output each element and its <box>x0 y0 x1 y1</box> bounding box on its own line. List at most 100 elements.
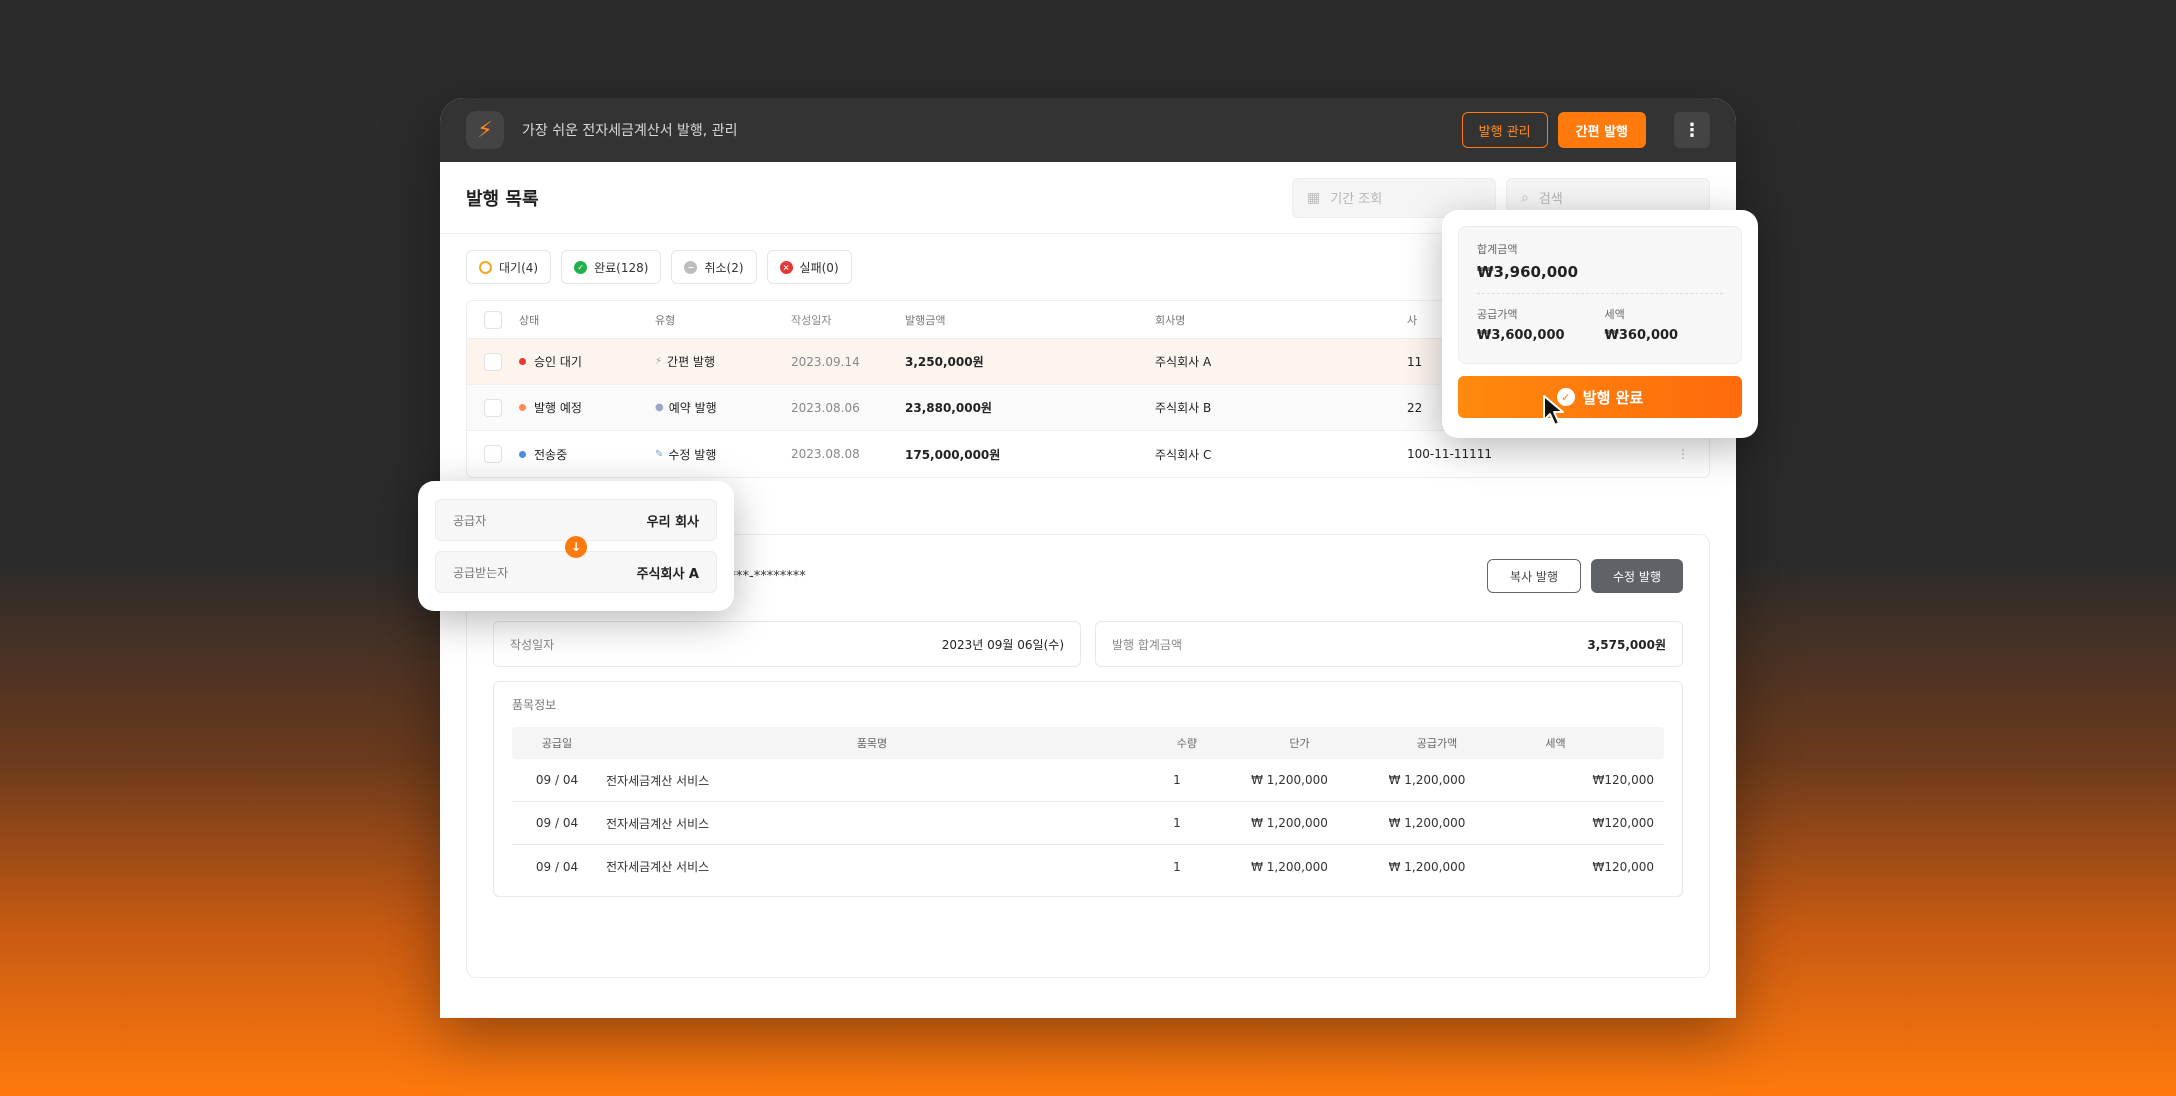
supplier-row: 공급자 우리 회사 <box>435 499 717 541</box>
amount-text: 175,000,000원 <box>905 447 1001 462</box>
status-dot <box>519 358 526 365</box>
item-name: 전자세금계산 서비스 <box>606 773 710 788</box>
page-title: 발행 목록 <box>466 188 539 210</box>
date-text: 2023.08.08 <box>791 447 860 461</box>
row-checkbox[interactable] <box>484 445 502 463</box>
pencil-icon: ✎ <box>655 448 664 460</box>
status-dot <box>519 404 526 411</box>
sum-supply-value: ₩3,600,000 <box>1477 328 1565 343</box>
item-row: 09 / 04 전자세금계산 서비스 1 ₩ 1,200,000 ₩ 1,200… <box>512 802 1664 845</box>
item-tax: ₩120,000 <box>1592 859 1655 874</box>
total-amount-box: 발행 합계금액 3,575,000원 <box>1095 621 1683 667</box>
receiver-label: 공급받는자 <box>453 565 509 580</box>
filter-fail[interactable]: × 실패(0) <box>766 250 852 284</box>
item-date: 09 / 04 <box>535 773 579 787</box>
filter-wait[interactable]: 대기(4) <box>466 250 552 284</box>
mouse-cursor-icon <box>1543 395 1564 426</box>
filter-cancel[interactable]: − 취소(2) <box>671 250 757 284</box>
col-supply-date: 공급일 <box>541 737 573 750</box>
col-unit-price: 단가 <box>1289 737 1310 750</box>
modify-issue-button[interactable]: 수정 발행 <box>1591 559 1683 593</box>
total-amount-label: 발행 합계금액 <box>1112 637 1183 652</box>
total-amount-value: 3,575,000원 <box>1587 637 1666 652</box>
quick-issue-button[interactable]: 간편 발행 <box>1557 112 1646 148</box>
col-qty: 수량 <box>1176 737 1198 750</box>
write-date-box: 작성일자 2023년 09월 06일(수) <box>493 621 1081 667</box>
company-text: 주식회사 A <box>1155 355 1212 369</box>
filter-label: 완료(128) <box>594 260 649 275</box>
item-qty: 1 <box>1173 859 1181 874</box>
arrow-down-icon: ↓ <box>565 536 587 558</box>
masked-number: ****-******** <box>723 568 806 584</box>
top-bar: ⚡ 가장 쉬운 전자세금계산서 발행, 관리 발행 관리 간편 발행 ⋮ <box>440 98 1736 162</box>
item-name: 전자세금계산 서비스 <box>606 816 710 831</box>
item-name: 전자세금계산 서비스 <box>606 860 710 874</box>
col-tax: 세액 <box>1545 737 1566 750</box>
status-text: 발행 예정 <box>534 401 582 415</box>
parties-popup: 공급자 우리 회사 공급받는자 주식회사 A ↓ <box>418 481 734 611</box>
manage-issue-button[interactable]: 발행 관리 <box>1461 112 1548 148</box>
col-date: 작성일자 <box>791 313 832 327</box>
lightning-icon: ⚡ <box>655 356 663 367</box>
company-text: 주식회사 C <box>1155 447 1212 462</box>
sum-tax-label: 세액 <box>1604 308 1625 321</box>
logo-icon: ⚡ <box>466 111 504 149</box>
row-checkbox[interactable] <box>484 352 502 371</box>
row-more-icon[interactable]: ⋮ <box>1657 447 1709 461</box>
search-icon: ⌕ <box>1521 189 1529 206</box>
items-box: 품목정보 공급일 품목명 수량 단가 공급가액 세액 09 / 04 전자세금계… <box>493 681 1683 897</box>
date-filter-placeholder: 기간 조회 <box>1330 192 1383 207</box>
item-date: 09 / 04 <box>535 816 579 830</box>
item-supply: ₩ 1,200,000 <box>1388 816 1466 830</box>
write-date-label: 작성일자 <box>510 637 555 652</box>
sum-total-value: ₩3,960,000 <box>1477 263 1579 281</box>
status-dot <box>519 450 526 458</box>
filter-done[interactable]: ✓ 완료(128) <box>561 250 662 284</box>
filter-label: 취소(2) <box>704 260 744 275</box>
col-type: 유형 <box>655 313 676 327</box>
item-row: 09 / 04 전자세금계산 서비스 1 ₩ 1,200,000 ₩ 1,200… <box>512 759 1664 802</box>
minus-icon: − <box>684 260 698 274</box>
item-qty: 1 <box>1173 816 1181 830</box>
sum-total-label: 합계금액 <box>1477 243 1518 256</box>
summary-popup: 합계금액 ₩3,960,000 공급가액 ₩3,600,000 세액 ₩360,… <box>1442 210 1758 438</box>
complete-label: 발행 완료 <box>1582 388 1644 407</box>
search-placeholder: 검색 <box>1538 192 1563 207</box>
item-unit: ₩ 1,200,000 <box>1251 816 1328 830</box>
check-icon: ✓ <box>574 260 588 274</box>
supplier-label: 공급자 <box>453 513 487 528</box>
receiver-value: 주식회사 A <box>636 566 699 582</box>
type-text: 간편 발행 <box>667 355 716 369</box>
bizno-text: 100-11-11111 <box>1407 447 1493 461</box>
sum-tax-value: ₩360,000 <box>1604 328 1679 343</box>
item-tax: ₩120,000 <box>1592 773 1655 787</box>
item-tax: ₩120,000 <box>1592 816 1655 830</box>
more-icon[interactable]: ⋮ <box>1674 112 1710 148</box>
col-status: 상태 <box>519 313 540 327</box>
item-supply: ₩ 1,200,000 <box>1388 773 1466 787</box>
status-text: 전송중 <box>534 447 568 462</box>
wait-icon <box>479 260 492 274</box>
col-item-name: 품목명 <box>856 737 888 750</box>
complete-issue-button[interactable]: ✓ 발행 완료 <box>1458 376 1742 418</box>
row-checkbox[interactable] <box>484 398 502 417</box>
summary-box: 합계금액 ₩3,960,000 공급가액 ₩3,600,000 세액 ₩360,… <box>1458 226 1742 364</box>
type-text: 예약 발행 <box>668 401 717 415</box>
item-unit: ₩ 1,200,000 <box>1251 773 1328 787</box>
col-supply-amount: 공급가액 <box>1416 737 1458 750</box>
calendar-icon: ▦ <box>1307 189 1321 206</box>
col-company: 회사명 <box>1155 313 1186 327</box>
schedule-icon: ● <box>655 402 664 413</box>
items-label: 품목정보 <box>512 698 557 712</box>
item-supply: ₩ 1,200,000 <box>1388 859 1466 874</box>
filter-label: 실패(0) <box>799 260 839 275</box>
item-row: 09 / 04 전자세금계산 서비스 1 ₩ 1,200,000 ₩ 1,200… <box>512 845 1664 888</box>
amount-text: 3,250,000원 <box>905 355 984 369</box>
status-text: 승인 대기 <box>534 355 582 369</box>
x-icon: × <box>779 260 793 274</box>
app-title: 가장 쉬운 전자세금계산서 발행, 관리 <box>522 123 738 139</box>
date-text: 2023.09.14 <box>791 354 860 369</box>
supplier-value: 우리 회사 <box>646 514 699 530</box>
select-all-checkbox[interactable] <box>484 310 502 329</box>
copy-issue-button[interactable]: 복사 발행 <box>1487 559 1582 593</box>
